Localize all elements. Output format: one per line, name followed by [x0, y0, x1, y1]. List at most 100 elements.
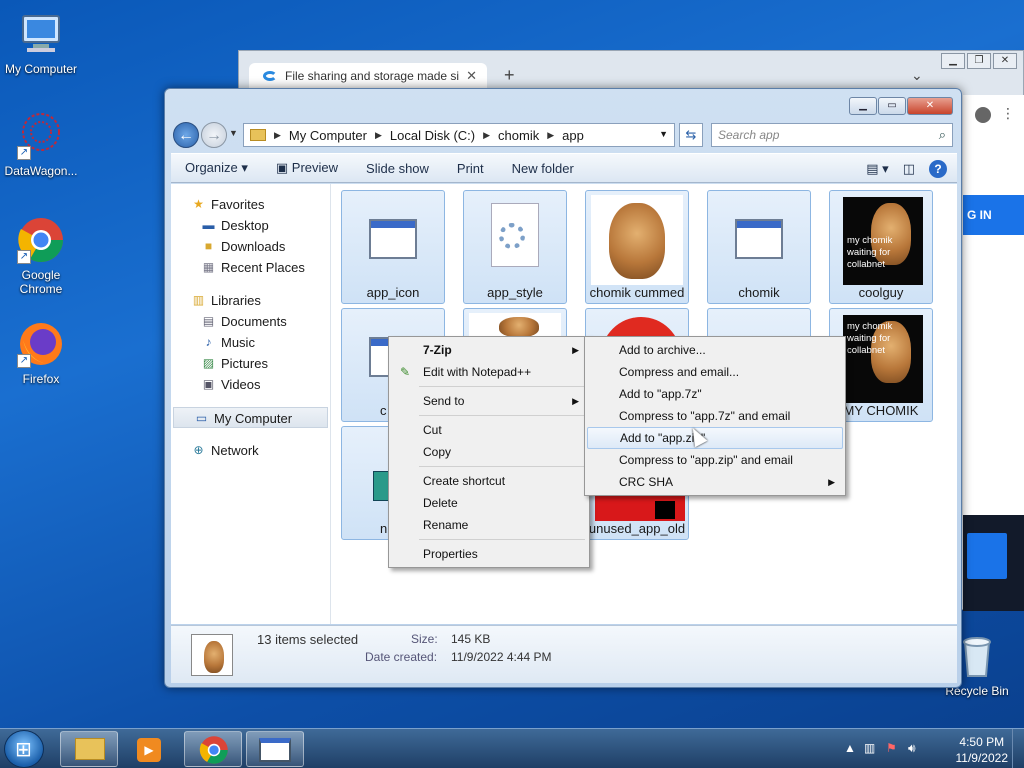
profile-avatar-icon[interactable]: [975, 107, 991, 123]
menu-item-create-shortcut[interactable]: Create shortcut: [391, 470, 587, 492]
organize-button[interactable]: Organize ▾: [185, 160, 248, 176]
action-center-icon[interactable]: ⚑: [886, 741, 897, 755]
desktop-icon-label: DataWagon...: [4, 164, 78, 178]
refresh-button[interactable]: ⇆: [679, 123, 703, 147]
nav-my-computer[interactable]: ▭ My Computer: [173, 407, 328, 428]
clock[interactable]: 4:50 PM 11/9/2022: [956, 734, 1009, 766]
nav-music[interactable]: ♪ Music: [171, 332, 330, 353]
submenu-item-compress-and-email[interactable]: Compress and email...: [587, 361, 843, 383]
shortcut-arrow-icon: ↗: [17, 354, 31, 368]
desktop-icon-my-computer[interactable]: My Computer: [0, 10, 82, 76]
search-input[interactable]: Search app ⌕: [711, 123, 953, 147]
login-button[interactable]: G IN: [963, 195, 1024, 235]
taskbar-explorer-button[interactable]: [60, 731, 118, 767]
browser-tab[interactable]: File sharing and storage made si ✕: [249, 63, 487, 89]
print-button[interactable]: Print: [457, 161, 484, 176]
breadcrumb-local-disk[interactable]: Local Disk (C:): [390, 128, 475, 143]
start-button[interactable]: [4, 730, 44, 768]
folder-icon: [250, 129, 266, 141]
menu-label: Properties: [423, 547, 478, 561]
preview-pane-icon[interactable]: ◫: [903, 161, 915, 177]
minimize-button[interactable]: ▁: [849, 97, 877, 115]
firefox-icon: ↗: [17, 320, 65, 368]
nav-libraries[interactable]: ▥ Libraries: [171, 290, 330, 311]
menu-item-copy[interactable]: Copy: [391, 441, 587, 463]
restore-button[interactable]: ❐: [967, 53, 991, 69]
taskbar-media-player-button[interactable]: ▶: [122, 731, 178, 767]
submenu-item-compress-7z-email[interactable]: Compress to "app.7z" and email: [587, 405, 843, 427]
tab-list-chevron-icon[interactable]: ⌄: [911, 67, 923, 84]
desktop-icon-chrome[interactable]: ↗ Google Chrome: [0, 216, 82, 296]
address-bar[interactable]: ▶ My Computer ▶ Local Disk (C:) ▶ chomik…: [243, 123, 675, 147]
menu-item-send-to[interactable]: Send to ▶: [391, 390, 587, 412]
slideshow-button[interactable]: Slide show: [366, 161, 429, 176]
nav-label: Desktop: [221, 218, 269, 233]
breadcrumb-chomik[interactable]: chomik: [498, 128, 539, 143]
nav-desktop[interactable]: ▬ Desktop: [171, 215, 330, 236]
breadcrumb-separator-icon[interactable]: ▶: [274, 130, 281, 141]
desktop-icon-datawagon[interactable]: ↗ DataWagon...: [0, 112, 82, 178]
minimize-button[interactable]: ▁: [941, 53, 965, 69]
nav-pictures[interactable]: ▨ Pictures: [171, 353, 330, 374]
back-button[interactable]: ←: [173, 122, 199, 148]
blue-card[interactable]: [967, 533, 1007, 579]
videos-icon: ▣: [202, 377, 215, 391]
nav-downloads[interactable]: ■ Downloads: [171, 236, 330, 257]
taskbar-app-window-button[interactable]: [246, 731, 304, 767]
file-tile-chomik[interactable]: chomik: [707, 190, 811, 304]
breadcrumb-separator-icon[interactable]: ▶: [483, 130, 490, 141]
preview-button[interactable]: ▣ Preview: [276, 160, 338, 176]
show-desktop-button[interactable]: [1012, 729, 1024, 768]
submenu-item-crc-sha[interactable]: CRC SHA ▶: [587, 471, 843, 493]
new-tab-button[interactable]: +: [504, 65, 515, 86]
desktop-icon-firefox[interactable]: ↗ Firefox: [0, 320, 82, 386]
breadcrumb-separator-icon[interactable]: ▶: [375, 130, 382, 141]
desktop-icon-label: Google Chrome: [19, 268, 63, 296]
show-hidden-icons-icon[interactable]: ▲: [844, 741, 856, 755]
network-icon[interactable]: ▥: [864, 741, 875, 755]
menu-item-edit-notepad[interactable]: ✎ Edit with Notepad++: [391, 361, 587, 383]
volume-icon[interactable]: 🔊︎: [908, 741, 916, 756]
taskbar: ▶ ▲ ▥ ⚑ 🔊︎ 4:50 PM 11/9/2022: [0, 728, 1024, 768]
search-icon[interactable]: ⌕: [939, 127, 946, 143]
close-button[interactable]: ✕: [993, 53, 1017, 69]
nav-recent-places[interactable]: ▦ Recent Places: [171, 257, 330, 278]
submenu-item-add-to-7z[interactable]: Add to "app.7z": [587, 383, 843, 405]
browser-window-controls: ▁ ❐ ✕: [941, 53, 1017, 69]
nav-favorites[interactable]: ★ Favorites: [171, 194, 330, 215]
submenu-item-compress-zip-email[interactable]: Compress to "app.zip" and email: [587, 449, 843, 471]
submenu-item-add-to-archive[interactable]: Add to archive...: [587, 339, 843, 361]
menu-dots-icon[interactable]: ⋮: [1001, 105, 1015, 122]
menu-item-delete[interactable]: Delete: [391, 492, 587, 514]
submenu-item-add-to-zip[interactable]: Add to "app.zip": [587, 427, 843, 449]
nav-videos[interactable]: ▣ Videos: [171, 374, 330, 395]
breadcrumb-separator-icon[interactable]: ▶: [547, 130, 554, 141]
close-tab-icon[interactable]: ✕: [466, 68, 477, 84]
nav-label: Recent Places: [221, 260, 305, 275]
close-button[interactable]: ✕: [907, 97, 953, 115]
menu-item-properties[interactable]: Properties: [391, 543, 587, 565]
taskbar-chrome-button[interactable]: [184, 731, 242, 767]
menu-item-cut[interactable]: Cut: [391, 419, 587, 441]
thumbnail: [469, 195, 561, 285]
nav-documents[interactable]: ▤ Documents: [171, 311, 330, 332]
help-icon[interactable]: ?: [929, 160, 947, 178]
breadcrumb-app[interactable]: app: [562, 128, 584, 143]
file-tile-app-style[interactable]: app_style: [463, 190, 567, 304]
menu-label: Compress and email...: [619, 365, 740, 379]
nav-network[interactable]: ⊕ Network: [171, 440, 330, 461]
menu-item-7zip[interactable]: 7-Zip ▶: [391, 339, 587, 361]
change-view-icon[interactable]: ▤ ▾: [866, 161, 888, 177]
new-folder-button[interactable]: New folder: [512, 161, 574, 176]
menu-item-rename[interactable]: Rename: [391, 514, 587, 536]
file-name: coolguy: [858, 285, 904, 300]
forward-button[interactable]: →: [201, 122, 227, 148]
menu-separator: [419, 466, 585, 467]
file-tile-chomik-cummed[interactable]: chomik cummed: [585, 190, 689, 304]
maximize-button[interactable]: ▭: [878, 97, 906, 115]
file-tile-coolguy[interactable]: my chomik waiting for collabnet coolguy: [829, 190, 933, 304]
address-history-chevron-icon[interactable]: ▼: [659, 129, 668, 139]
breadcrumb-my-computer[interactable]: My Computer: [289, 128, 367, 143]
file-tile-app-icon[interactable]: app_icon: [341, 190, 445, 304]
recent-pages-chevron-icon[interactable]: ▼: [229, 128, 238, 138]
